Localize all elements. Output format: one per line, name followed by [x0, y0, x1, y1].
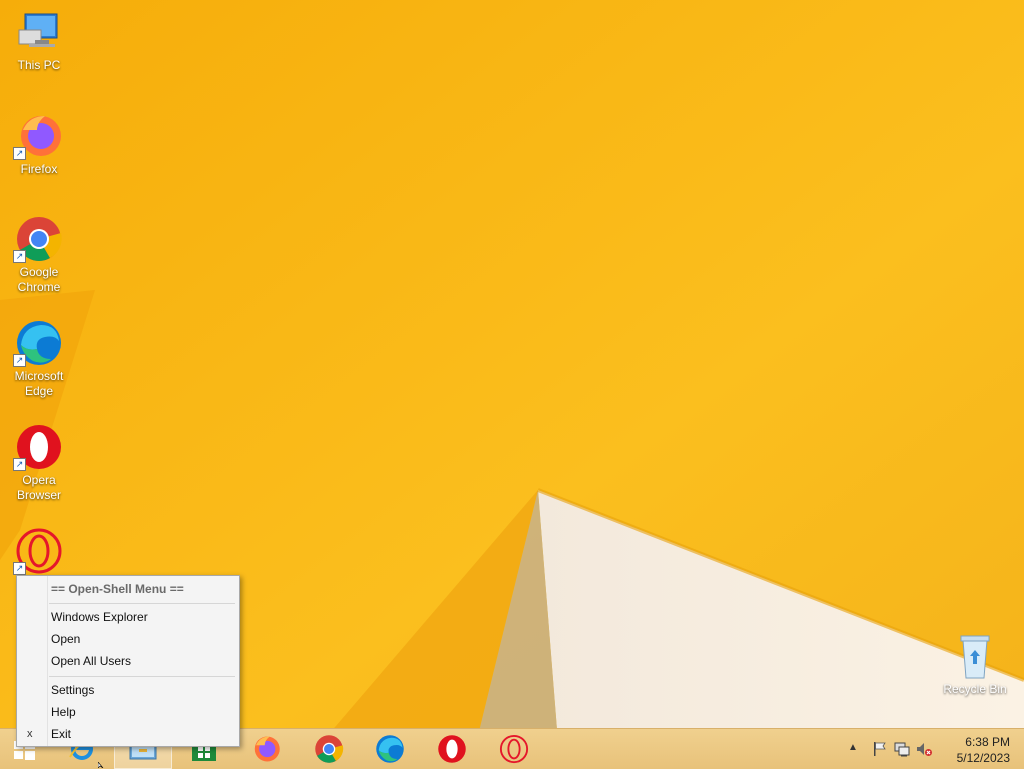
- shortcut-arrow-icon: ↗: [13, 250, 26, 263]
- shortcut-arrow-icon: ↗: [13, 354, 26, 367]
- desktop-icon-opera-browser[interactable]: ↗ Opera Browser: [6, 423, 72, 503]
- desktop-icon-label: This PC: [17, 58, 61, 72]
- open-shell-context-menu: == Open-Shell Menu == Windows Explorer O…: [16, 575, 240, 747]
- opera-icon: [438, 735, 466, 763]
- shortcut-arrow-icon: ↗: [13, 147, 26, 160]
- clock-time: 6:38 PM: [965, 735, 1010, 749]
- menu-header: == Open-Shell Menu ==: [51, 582, 184, 596]
- desktop-icon-recycle-bin[interactable]: Recycle Bin: [940, 632, 1010, 697]
- menu-item-settings[interactable]: Settings: [51, 679, 231, 701]
- desktop-icon-firefox[interactable]: ↗ Firefox: [6, 112, 72, 177]
- desktop-icon-label: Google Chrome: [17, 265, 61, 294]
- clock-date: 5/12/2023: [956, 751, 1010, 765]
- menu-item-exit[interactable]: Exit: [51, 723, 231, 745]
- desktop-icon-this-pc[interactable]: This PC: [6, 8, 72, 73]
- opera-gx-icon: [499, 734, 529, 764]
- taskbar-opera[interactable]: [426, 729, 478, 769]
- menu-separator: [49, 603, 235, 604]
- opera-gx-icon: ↗: [13, 527, 63, 575]
- opera-icon: ↗: [13, 423, 63, 471]
- shortcut-arrow-icon: ↗: [13, 562, 26, 575]
- recycle-bin-icon: [951, 632, 999, 680]
- network-icon[interactable]: [894, 741, 910, 757]
- edge-icon: ↗: [13, 319, 63, 367]
- desktop-icon-microsoft-edge[interactable]: ↗ Microsoft Edge: [6, 319, 72, 399]
- desktop-icon-opera-gx[interactable]: ↗: [6, 527, 72, 577]
- menu-item-help[interactable]: Help: [51, 701, 231, 723]
- menu-item-open-all-users[interactable]: Open All Users: [51, 650, 231, 672]
- edge-icon: [376, 735, 404, 763]
- firefox-icon: ↗: [13, 112, 63, 160]
- shortcut-arrow-icon: ↗: [13, 458, 26, 471]
- taskbar-opera-gx[interactable]: [488, 729, 540, 769]
- menu-separator: [49, 676, 235, 677]
- exit-mark-icon: x: [27, 728, 33, 740]
- this-pc-icon: [15, 8, 63, 56]
- taskbar-chrome[interactable]: [303, 729, 355, 769]
- mouse-cursor-icon: [98, 762, 104, 768]
- menu-gutter: [17, 576, 48, 746]
- desktop-icon-label: Recycle Bin: [943, 682, 1007, 696]
- show-hidden-icons-chevron-icon[interactable]: ▲: [848, 742, 864, 758]
- taskbar-clock[interactable]: 6:38 PM 5/12/2023: [940, 734, 1010, 766]
- action-center-flag-icon[interactable]: [872, 741, 888, 757]
- desktop-icon-label: Opera Browser: [16, 473, 61, 502]
- menu-item-open[interactable]: Open: [51, 628, 231, 650]
- desktop-icon-label: Firefox: [20, 162, 58, 176]
- taskbar-edge[interactable]: [364, 729, 416, 769]
- desktop-icon-label: Microsoft Edge: [14, 369, 64, 398]
- taskbar-firefox[interactable]: [240, 729, 292, 769]
- system-tray: ▲ 6:38 PM 5/12/2023: [844, 729, 1024, 769]
- menu-item-windows-explorer[interactable]: Windows Explorer: [51, 606, 231, 628]
- chrome-icon: [315, 735, 344, 763]
- firefox-icon: [254, 736, 280, 762]
- volume-muted-icon[interactable]: [916, 741, 932, 757]
- chrome-icon: ↗: [13, 215, 63, 263]
- desktop-icon-google-chrome[interactable]: ↗ Google Chrome: [6, 215, 72, 295]
